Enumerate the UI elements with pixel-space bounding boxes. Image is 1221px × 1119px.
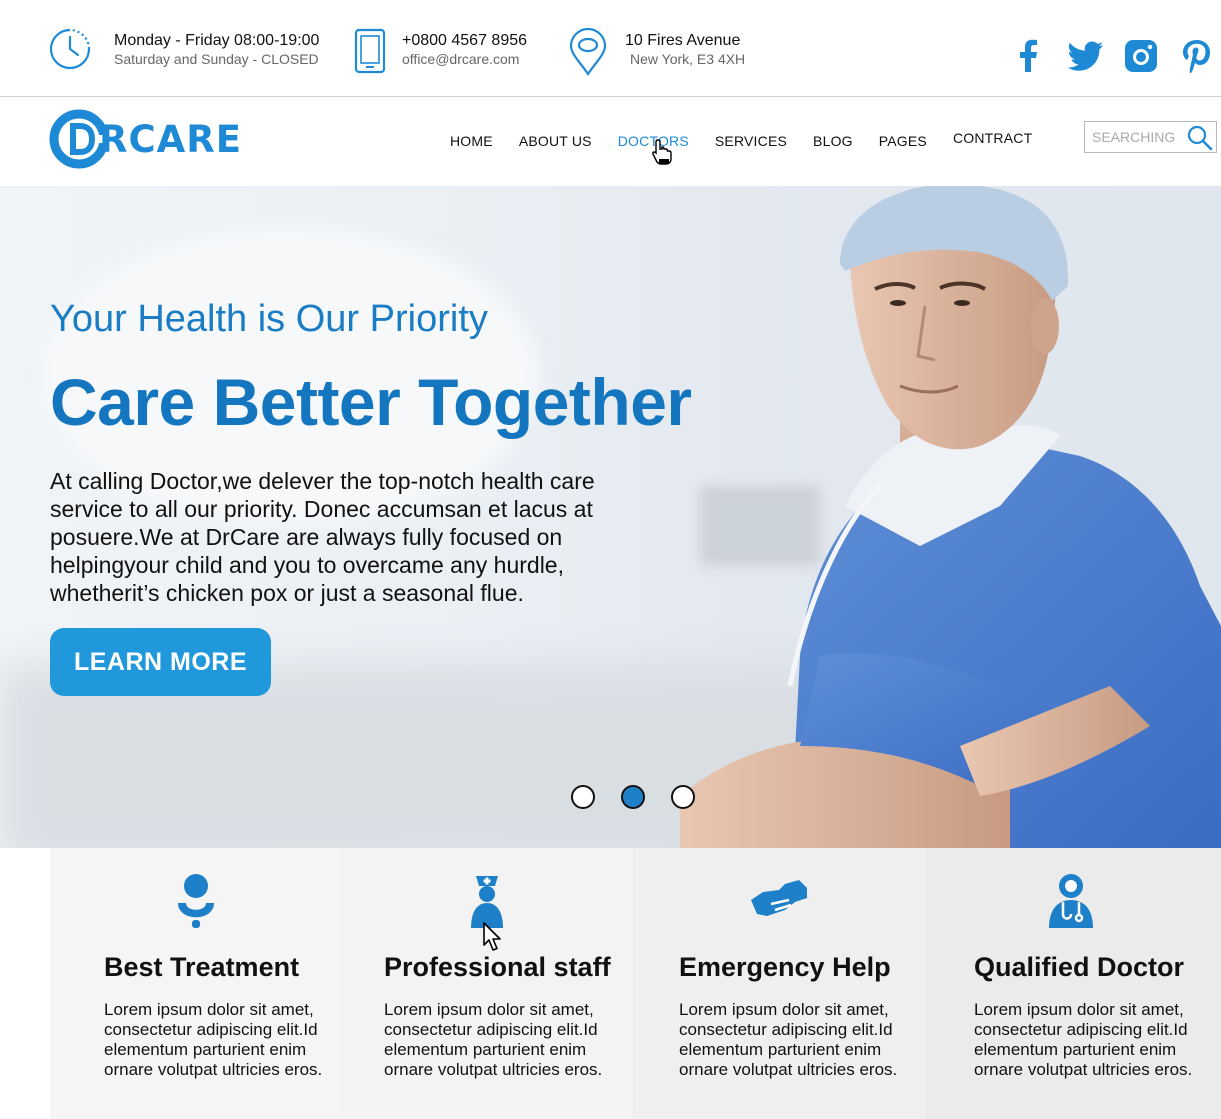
phone-number[interactable]: +0800 4567 8956 — [402, 32, 527, 50]
handshake-icon — [749, 870, 809, 930]
treatment-icon — [166, 870, 226, 930]
hand-cursor-icon — [652, 139, 672, 165]
nav-contract[interactable]: CONTRACT — [953, 130, 1032, 146]
logo[interactable]: RCARE — [49, 109, 242, 169]
main-navbar: RCARE HOME ABOUT US DOCTORS SERVICES BLO… — [0, 98, 1221, 186]
map-pin-icon — [566, 28, 610, 76]
pinterest-icon[interactable] — [1179, 38, 1215, 74]
clock-icon — [48, 28, 92, 74]
feature-card: Professional staff Lorem ipsum dolor sit… — [341, 848, 633, 1119]
instagram-icon[interactable] — [1123, 38, 1159, 74]
feature-title: Professional staff — [384, 952, 611, 982]
email-address[interactable]: office@drcare.com — [402, 50, 527, 68]
address-city: New York, E3 4XH — [630, 51, 746, 67]
main-menu: HOME ABOUT US DOCTORS SERVICES BLOG PAGE… — [450, 130, 1058, 149]
nav-pages[interactable]: PAGES — [879, 133, 927, 149]
feature-card: Emergency Help Lorem ipsum dolor sit ame… — [633, 848, 926, 1119]
search-input[interactable] — [1085, 122, 1185, 152]
doctor-photo — [680, 186, 1221, 848]
hero-title: Care Better Together — [50, 365, 692, 439]
doctor-icon — [1041, 870, 1101, 930]
hero-description: At calling Doctor,we delever the top-not… — [50, 468, 595, 606]
hero-subtitle: Your Health is Our Priority — [50, 298, 488, 340]
nav-blog[interactable]: BLOG — [813, 133, 853, 149]
logo-text: RCARE — [99, 117, 243, 161]
nav-home[interactable]: HOME — [450, 133, 493, 149]
feature-description: Lorem ipsum dolor sit amet, consectetur … — [384, 1000, 603, 1079]
feature-description: Lorem ipsum dolor sit amet, consectetur … — [679, 1000, 898, 1079]
arrow-cursor-icon — [483, 922, 501, 951]
address-street: 10 Fires Avenue — [625, 32, 741, 49]
feature-title: Emergency Help — [679, 952, 891, 982]
slider-dots — [571, 785, 695, 809]
search-box — [1084, 121, 1217, 153]
opening-hours: Monday - Friday 08:00-19:00 Saturday and… — [48, 28, 319, 74]
hours-weekdays: Monday - Friday 08:00-19:00 — [114, 32, 320, 49]
top-info-bar: Monday - Friday 08:00-19:00 Saturday and… — [0, 0, 1221, 97]
feature-card: Best Treatment Lorem ipsum dolor sit ame… — [50, 848, 341, 1119]
slide-dot-1[interactable] — [571, 785, 595, 809]
slide-dot-3[interactable] — [671, 785, 695, 809]
nav-about-us[interactable]: ABOUT US — [519, 133, 592, 149]
search-icon[interactable] — [1186, 124, 1214, 152]
hero-banner: Your Health is Our Priority Care Better … — [0, 186, 1221, 848]
features-section: Best Treatment Lorem ipsum dolor sit ame… — [50, 848, 1221, 1119]
feature-card: Qualified Doctor Lorem ipsum dolor sit a… — [926, 848, 1221, 1119]
nav-services[interactable]: SERVICES — [715, 133, 787, 149]
facebook-icon[interactable] — [1011, 38, 1047, 74]
phone-icon — [348, 28, 392, 74]
hours-weekend: Saturday and Sunday - CLOSED — [114, 51, 319, 67]
slide-dot-2[interactable] — [621, 785, 645, 809]
address-info: 10 Fires Avenue New York, E3 4XH — [566, 28, 746, 76]
feature-title: Best Treatment — [104, 952, 300, 982]
feature-description: Lorem ipsum dolor sit amet, consectetur … — [974, 1000, 1193, 1079]
contact-info: +0800 4567 8956 office@drcare.com — [348, 28, 527, 74]
twitter-icon[interactable] — [1067, 38, 1103, 74]
feature-description: Lorem ipsum dolor sit amet, consectetur … — [104, 1000, 323, 1079]
feature-title: Qualified Doctor — [974, 952, 1185, 982]
social-links — [1011, 38, 1215, 74]
learn-more-button[interactable]: LEARN MORE — [50, 628, 271, 696]
